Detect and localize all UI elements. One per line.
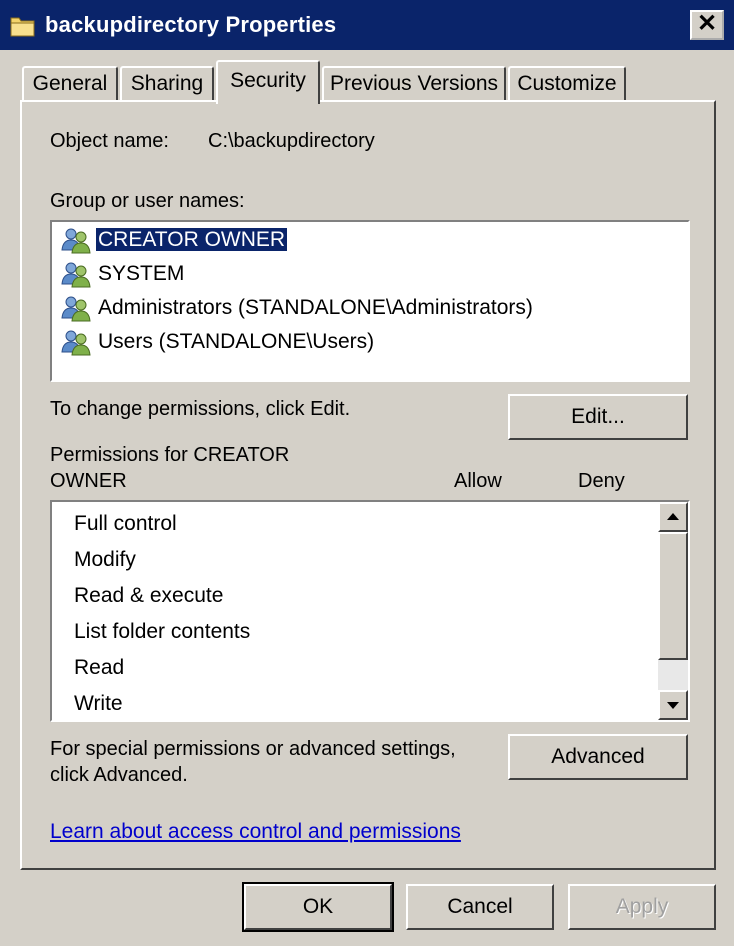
user-group-icon <box>61 330 91 356</box>
scroll-down-icon <box>667 702 679 709</box>
list-item: Read & execute <box>74 584 224 607</box>
allow-column-header: Allow <box>454 470 502 492</box>
permissions-scrollbar[interactable] <box>658 502 688 720</box>
window-title: backupdirectory Properties <box>45 12 337 37</box>
scroll-up-button[interactable] <box>658 502 688 532</box>
scroll-up-icon <box>667 513 679 520</box>
permissions-for-label: Permissions for CREATOR <box>50 444 290 466</box>
list-item: List folder contents <box>74 620 251 643</box>
edit-button[interactable]: Edit... <box>508 394 688 440</box>
change-permissions-hint: To change permissions, click Edit. <box>50 398 351 420</box>
cancel-button[interactable]: Cancel <box>406 884 554 930</box>
special-permissions-hint: For special permissions or advanced sett… <box>50 738 456 760</box>
special-permissions-hint-line2: click Advanced. <box>50 764 188 786</box>
user-group-icon <box>61 296 91 322</box>
folder-icon <box>10 17 35 37</box>
tab-previous-versions[interactable]: Previous Versions <box>322 66 506 100</box>
properties-dialog: backupdirectory Properties ✕ General Sha… <box>0 0 734 946</box>
user-group-icon <box>61 262 91 288</box>
close-button[interactable]: ✕ <box>690 10 724 40</box>
security-panel: Object name: C:\backupdirectory Group or… <box>20 100 716 870</box>
object-name-label: Object name: <box>50 130 169 152</box>
scroll-down-button[interactable] <box>658 690 688 720</box>
permissions-for-label-line2: OWNER <box>50 470 127 492</box>
list-item: Full control <box>74 512 177 535</box>
user-group-icon <box>61 228 91 254</box>
tab-general[interactable]: General <box>22 66 118 100</box>
deny-column-header: Deny <box>578 470 625 492</box>
learn-access-control-link[interactable]: Learn about access control and permissio… <box>50 820 461 844</box>
object-name-value: C:\backupdirectory <box>208 130 375 152</box>
list-item[interactable]: SYSTEM <box>60 258 688 290</box>
tab-security[interactable]: Security <box>216 60 320 104</box>
list-item: Read <box>74 656 125 679</box>
tab-customize[interactable]: Customize <box>508 66 626 100</box>
advanced-button[interactable]: Advanced <box>508 734 688 780</box>
list-item: Write <box>74 692 123 715</box>
tab-sharing[interactable]: Sharing <box>120 66 214 100</box>
permissions-list[interactable]: Full control Modify Read & execute List … <box>50 500 690 722</box>
list-item[interactable]: Administrators (STANDALONE\Administrator… <box>60 292 688 324</box>
group-user-names-label: Group or user names: <box>50 190 245 212</box>
title-bar[interactable]: backupdirectory Properties ✕ <box>0 0 734 50</box>
apply-button[interactable]: Apply <box>568 884 716 930</box>
scroll-thumb[interactable] <box>658 532 688 660</box>
group-user-list[interactable]: CREATOR OWNER SYSTEM Administrators (STA… <box>50 220 690 382</box>
ok-button[interactable]: OK <box>242 882 394 932</box>
close-icon: ✕ <box>696 10 718 37</box>
list-item[interactable]: CREATOR OWNER <box>60 224 688 256</box>
list-item[interactable]: Users (STANDALONE\Users) <box>60 326 688 358</box>
list-item: Modify <box>74 548 136 571</box>
